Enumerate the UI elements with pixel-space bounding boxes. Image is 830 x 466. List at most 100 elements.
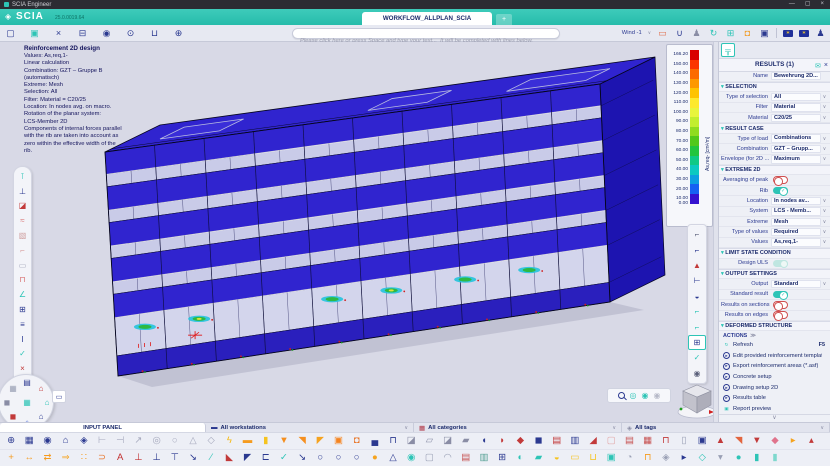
input-icon[interactable]: ▰: [529, 450, 547, 466]
radial-grid-icon[interactable]: ▦: [7, 382, 19, 394]
copy-attributes-icon[interactable]: ⊞: [725, 27, 736, 39]
input-icon[interactable]: ▼: [748, 433, 766, 449]
input-icon[interactable]: △: [184, 433, 202, 449]
visibility-off-icon[interactable]: ◉: [653, 391, 660, 400]
action-label[interactable]: Report preview: [733, 406, 771, 412]
input-icon[interactable]: ▮: [748, 450, 766, 466]
action-item[interactable]: ↻ Refresh F5: [719, 340, 830, 351]
input-icon[interactable]: ◗: [493, 433, 511, 449]
property-row[interactable]: LIMIT STATE CONDITION ∨: [719, 248, 830, 258]
project-tab[interactable]: WORKFLOW_ALLPLAN_SCIA: [362, 12, 492, 25]
input-icon[interactable]: ⊢: [93, 433, 111, 449]
zoom-area-icon[interactable]: [618, 392, 625, 399]
input-icon[interactable]: ▮: [766, 450, 784, 466]
property-row[interactable]: Location In nodes av... ∨: [719, 196, 830, 206]
action-item[interactable]: ▸ Concrete setup: [719, 372, 830, 383]
maximize-button[interactable]: ▢: [805, 0, 811, 9]
property-row[interactable]: Name Bewehrung 2D... ∨: [719, 72, 830, 82]
input-icon[interactable]: ⊞: [493, 450, 511, 466]
property-row[interactable]: Results on edges ∨: [719, 311, 830, 321]
radial-frame-icon[interactable]: ⌂: [35, 410, 47, 422]
input-icon[interactable]: ⊥: [148, 450, 166, 466]
pipe-elbow-icon[interactable]: ⌐: [688, 304, 706, 319]
view-eye-icon[interactable]: ⊙: [125, 27, 136, 39]
input-icon[interactable]: ∕: [202, 450, 220, 466]
input-icon[interactable]: ◪: [402, 433, 420, 449]
panel-icon[interactable]: ▭: [14, 258, 31, 273]
property-row[interactable]: RESULT CASE ∨: [719, 123, 830, 133]
property-row[interactable]: Combination GZT – Grupp... ∨: [719, 144, 830, 154]
input-icon[interactable]: ○: [329, 450, 347, 466]
input-icon[interactable]: ○: [311, 450, 329, 466]
radial-roof-icon[interactable]: ⌂: [35, 382, 47, 394]
action-item[interactable]: ▸ Export reinforcement areas (*.asf): [719, 361, 830, 372]
categories-dropdown[interactable]: ▦ All categories ∨: [414, 423, 622, 432]
action-item[interactable]: ▸ Edit provided reinforcement template: [719, 350, 830, 361]
input-icon[interactable]: ◆: [766, 433, 784, 449]
property-row[interactable]: Standard result ∨: [719, 290, 830, 300]
toggle-switch[interactable]: [773, 176, 788, 184]
tools-icon[interactable]: ×: [53, 27, 64, 39]
input-icon[interactable]: ▢: [602, 433, 620, 449]
input-icon[interactable]: ◇: [693, 450, 711, 466]
input-icon[interactable]: ⊥: [129, 450, 147, 466]
active-result-tool-icon[interactable]: ╦: [721, 43, 735, 57]
slab-corner-icon[interactable]: ◪: [14, 199, 31, 214]
input-icon[interactable]: A: [111, 450, 129, 466]
input-icon[interactable]: ◤: [311, 433, 329, 449]
tags-dropdown[interactable]: ◈ All tags ∨: [622, 423, 830, 432]
property-value[interactable]: All: [771, 93, 821, 101]
property-value[interactable]: As,req,1-: [771, 238, 821, 246]
property-row[interactable]: Filter Material ∨: [719, 103, 830, 113]
radial-floors-icon[interactable]: ▤: [21, 376, 33, 388]
action-label[interactable]: Edit provided reinforcement template: [733, 353, 822, 359]
chevron-down-icon[interactable]: ∨: [612, 425, 616, 431]
load-case-dropdown[interactable]: Wind -1: [622, 30, 642, 36]
property-value[interactable]: Maximum: [771, 155, 821, 163]
input-icon[interactable]: ▸: [675, 450, 693, 466]
workstations-dropdown[interactable]: ▬ All workstations ∨: [206, 423, 414, 432]
chevron-down-icon[interactable]: ∨: [820, 425, 824, 431]
input-icon[interactable]: ◔: [620, 450, 638, 466]
property-value[interactable]: In nodes av...: [771, 197, 821, 205]
input-icon[interactable]: ▮: [257, 433, 275, 449]
property-row[interactable]: System LCS - Memb... ∨: [719, 207, 830, 217]
accept-icon[interactable]: ✓: [14, 347, 31, 362]
property-row[interactable]: Envelope (for 2D ... Maximum ∨: [719, 155, 830, 165]
chevron-down-icon[interactable]: ∨: [821, 208, 828, 214]
input-icon[interactable]: ▤: [457, 450, 475, 466]
chevron-down-icon[interactable]: ∨: [821, 146, 828, 152]
input-icon[interactable]: ◥: [730, 433, 748, 449]
input-icon[interactable]: ⊃: [93, 450, 111, 466]
close-panel-icon[interactable]: ×: [824, 62, 828, 69]
new-project-icon[interactable]: ▢: [5, 27, 16, 39]
toggle-switch[interactable]: [773, 260, 788, 268]
member-check-icon[interactable]: ⊥: [14, 184, 31, 199]
property-row[interactable]: Material C20/25 ∨: [719, 113, 830, 123]
property-row[interactable]: Type of selection All ∨: [719, 92, 830, 102]
input-icon[interactable]: ▣: [602, 450, 620, 466]
input-icon[interactable]: ▴: [802, 433, 820, 449]
angle-cut-icon[interactable]: ∠: [14, 287, 31, 302]
chevron-down-icon[interactable]: ∨: [821, 104, 828, 110]
action-label[interactable]: Drawing setup 2D: [733, 385, 778, 391]
input-icon[interactable]: ⇒: [57, 450, 75, 466]
section-lines-icon[interactable]: ≈: [14, 213, 31, 228]
close-button[interactable]: ×: [820, 0, 824, 9]
numbers-grid-icon[interactable]: ⊞: [688, 335, 706, 350]
navigation-cube[interactable]: [676, 382, 718, 420]
action-icon[interactable]: ▣: [723, 405, 730, 412]
input-icon[interactable]: ⊔: [584, 450, 602, 466]
input-icon[interactable]: ↘: [184, 450, 202, 466]
property-row[interactable]: Type of load Combinations ∨: [719, 134, 830, 144]
input-icon[interactable]: ✓: [275, 450, 293, 466]
print-icon[interactable]: ⊟: [77, 27, 88, 39]
chevron-down-icon[interactable]: ∨: [821, 219, 828, 225]
chevron-down-icon[interactable]: ∨: [821, 229, 828, 235]
property-row[interactable]: Values As,req,1- ∨: [719, 238, 830, 248]
toggle-switch[interactable]: [773, 311, 788, 319]
input-icon[interactable]: ◉: [402, 450, 420, 466]
chevron-down-icon[interactable]: ∨: [404, 425, 408, 431]
action-item[interactable]: ▸ Drawing setup 2D: [719, 382, 830, 393]
layers-icon[interactable]: ≡: [14, 317, 31, 332]
